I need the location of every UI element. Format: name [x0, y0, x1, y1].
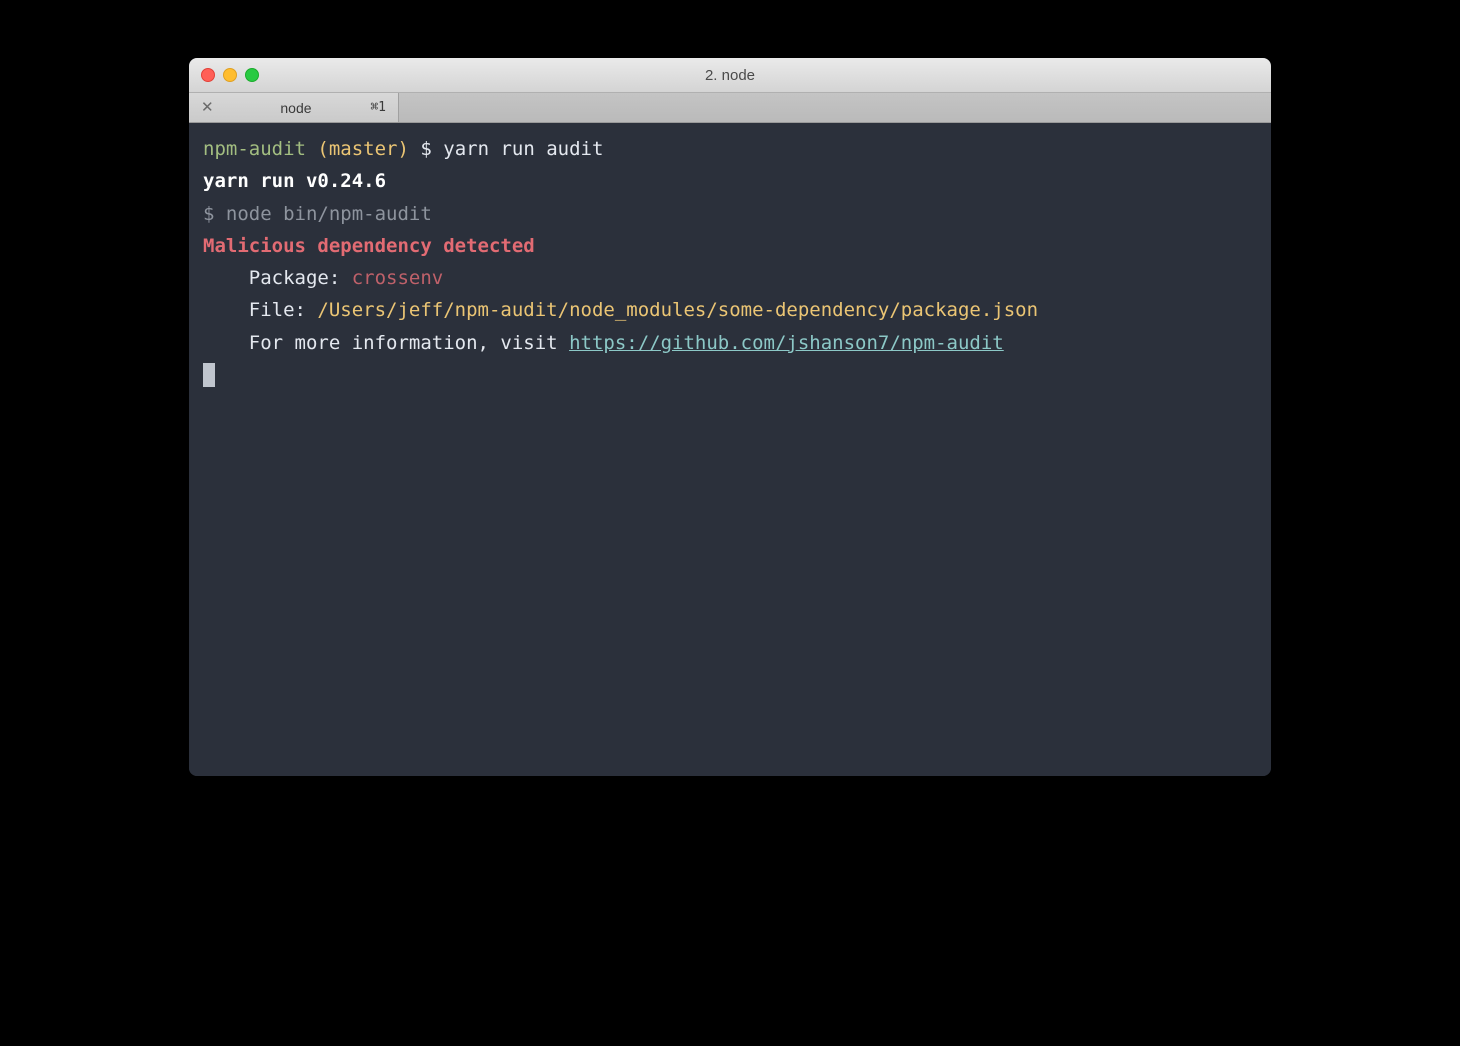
prompt-branch: (master) [317, 138, 409, 160]
yarn-version-line: yarn run v0.24.6 [203, 170, 386, 192]
prompt-symbol: $ [420, 138, 431, 160]
file-path: /Users/jeff/npm-audit/node_modules/some-… [317, 299, 1038, 321]
maximize-window-button[interactable] [245, 68, 259, 82]
terminal-window: 2. node ✕ node ⌘1 npm-audit (master) $ y… [189, 58, 1271, 776]
terminal-body[interactable]: npm-audit (master) $ yarn run audit yarn… [189, 123, 1271, 776]
tabbar: ✕ node ⌘1 [189, 93, 1271, 123]
indent [203, 332, 249, 354]
minimize-window-button[interactable] [223, 68, 237, 82]
tab-close-icon[interactable]: ✕ [201, 100, 214, 115]
package-name: crossenv [352, 267, 444, 289]
sub-prompt: $ [203, 203, 214, 225]
window-title: 2. node [189, 67, 1271, 84]
indent [203, 267, 249, 289]
command-text: yarn run audit [443, 138, 603, 160]
indent [203, 299, 249, 321]
titlebar[interactable]: 2. node [189, 58, 1271, 93]
sub-command: node bin/npm-audit [226, 203, 432, 225]
file-label: File: [249, 299, 318, 321]
info-label: For more information, visit [249, 332, 569, 354]
prompt-repo: npm-audit [203, 138, 306, 160]
traffic-lights [201, 68, 259, 82]
tab-shortcut: ⌘1 [370, 100, 386, 115]
package-label: Package: [249, 267, 352, 289]
tab-node[interactable]: ✕ node ⌘1 [189, 93, 399, 122]
alert-heading: Malicious dependency detected [203, 235, 535, 257]
terminal-cursor [203, 363, 215, 387]
tab-label: node [222, 100, 371, 116]
close-window-button[interactable] [201, 68, 215, 82]
info-url-link[interactable]: https://github.com/jshanson7/npm-audit [569, 332, 1004, 354]
